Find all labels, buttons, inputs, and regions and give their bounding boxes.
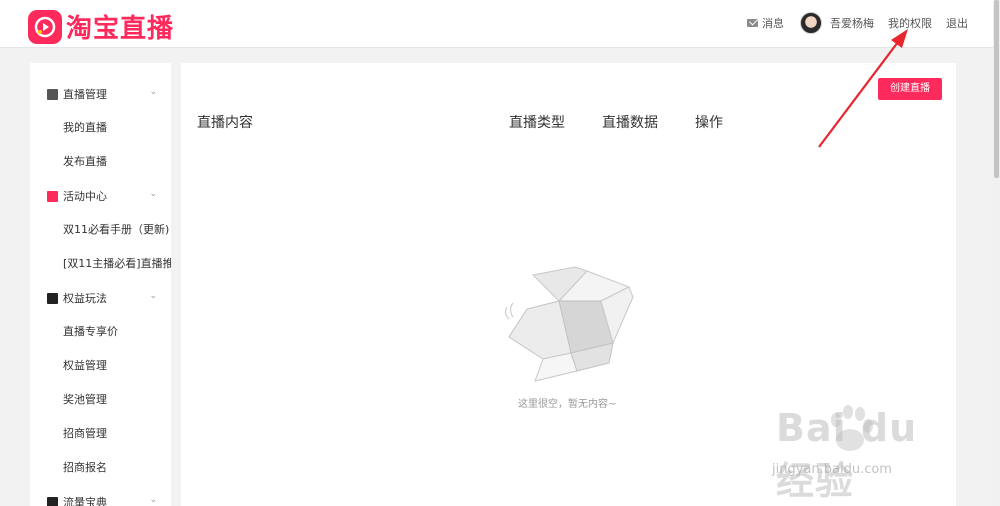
sidebar-group-benefits[interactable]: 权益玩法 ⌄ bbox=[30, 281, 171, 315]
sidebar-group-label: 权益玩法 bbox=[63, 292, 107, 305]
chevron-down-icon: ⌄ bbox=[149, 189, 157, 199]
sidebar-item-prize-pool[interactable]: 奖池管理 bbox=[63, 383, 171, 417]
column-header-type: 直播类型 bbox=[509, 115, 565, 131]
watermark-text: Bai du 经验 bbox=[776, 406, 918, 503]
sidebar-item-merchant-signup[interactable]: 招商报名 bbox=[63, 451, 171, 485]
chevron-down-icon: ⌄ bbox=[149, 87, 157, 97]
sidebar-item-publish-live[interactable]: 发布直播 bbox=[63, 145, 171, 179]
column-header-actions: 操作 bbox=[695, 115, 723, 131]
my-permissions-link[interactable]: 我的权限 bbox=[888, 15, 932, 31]
sidebar-group-label: 活动中心 bbox=[63, 190, 107, 203]
sidebar-group-live-management[interactable]: 直播管理 ⌄ bbox=[30, 77, 171, 111]
messages-label: 消息 bbox=[762, 17, 784, 30]
baidu-jingyan-watermark: Bai du 经验 jingyan.baidu.com bbox=[762, 398, 952, 503]
top-header: 淘宝直播 消息 吾爱杨梅 我的权限 退出 bbox=[0, 0, 993, 48]
column-header-data: 直播数据 bbox=[602, 115, 658, 131]
gift-icon bbox=[47, 292, 58, 304]
sidebar-group-traffic[interactable]: 流量宝典 ⌄ bbox=[30, 485, 171, 506]
header-user-area: 消息 吾爱杨梅 我的权限 退出 bbox=[747, 0, 968, 46]
taobao-live-logo[interactable]: 淘宝直播 bbox=[28, 8, 174, 45]
sidebar-item-double11-handbook[interactable]: 双11必看手册（更新) bbox=[63, 213, 171, 247]
column-header-content: 直播内容 bbox=[197, 115, 253, 131]
chart-icon bbox=[47, 496, 58, 506]
watermark-url: jingyan.baidu.com bbox=[772, 462, 892, 477]
create-live-button[interactable]: 创建直播 bbox=[878, 78, 942, 100]
mail-icon bbox=[747, 19, 758, 27]
empty-box-icon bbox=[504, 266, 634, 382]
avatar[interactable] bbox=[800, 12, 822, 34]
empty-state-text: 这里很空，暂无内容~ bbox=[518, 399, 617, 410]
username-link[interactable]: 吾爱杨梅 bbox=[830, 15, 874, 31]
logout-link[interactable]: 退出 bbox=[946, 15, 968, 31]
chevron-down-icon: ⌄ bbox=[149, 495, 157, 505]
sidebar-group-label: 直播管理 bbox=[63, 88, 107, 101]
sidebar: 直播管理 ⌄ 我的直播 发布直播 活动中心 ⌄ 双11必看手册（更新) [双11… bbox=[30, 63, 171, 506]
scrollbar-thumb[interactable] bbox=[994, 0, 999, 178]
sidebar-group-label: 流量宝典 bbox=[63, 496, 107, 506]
sidebar-item-benefit-management[interactable]: 权益管理 bbox=[63, 349, 171, 383]
logo-icon bbox=[28, 9, 62, 44]
sidebar-group-activity-center[interactable]: 活动中心 ⌄ bbox=[30, 179, 171, 213]
flag-icon bbox=[47, 190, 58, 202]
logo-text: 淘宝直播 bbox=[66, 14, 175, 44]
messages-link[interactable]: 消息 bbox=[747, 15, 784, 31]
sidebar-item-my-live[interactable]: 我的直播 bbox=[63, 111, 171, 145]
chevron-down-icon: ⌄ bbox=[149, 291, 157, 301]
monitor-icon bbox=[47, 88, 58, 100]
sidebar-item-live-price[interactable]: 直播专享价 bbox=[63, 315, 171, 349]
sidebar-item-double11-streamer[interactable]: [双11主播必看]直播推流全 bbox=[63, 247, 171, 281]
sidebar-item-merchant-management[interactable]: 招商管理 bbox=[63, 417, 171, 451]
